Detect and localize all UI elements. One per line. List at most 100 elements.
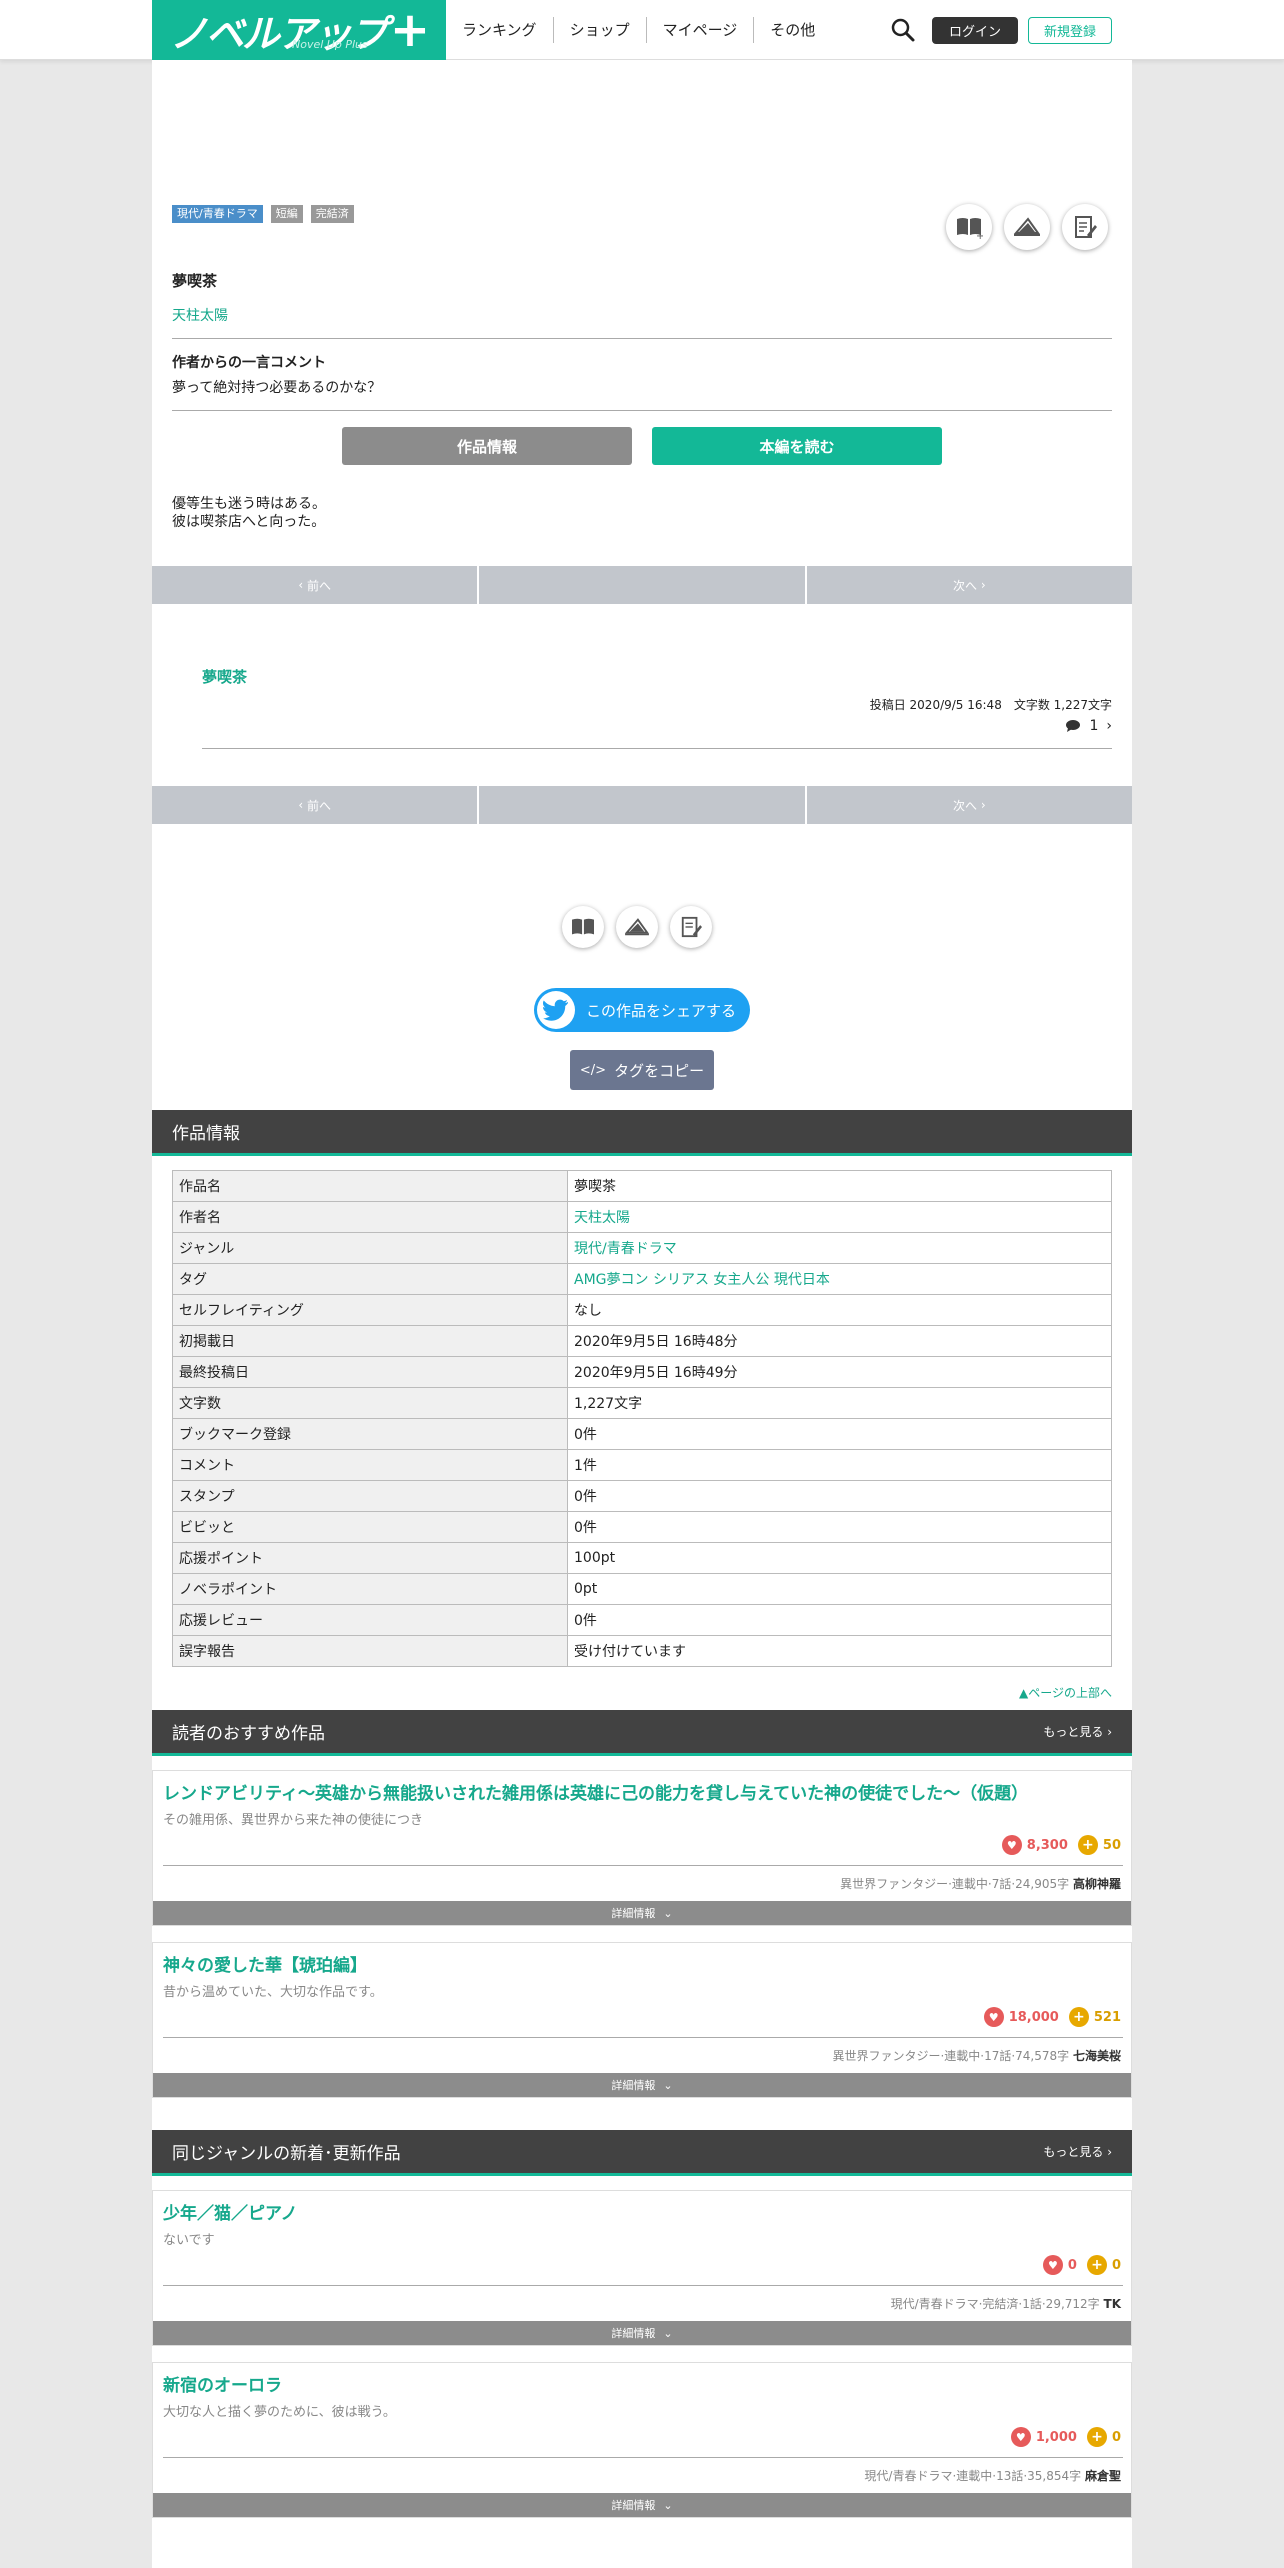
megaphone-icon — [1013, 217, 1040, 236]
work-author-link[interactable]: 天柱太陽 — [172, 305, 228, 325]
nav-ranking[interactable]: ランキング — [446, 17, 554, 43]
info-row: 初掲載日 2020年9月5日 16時48分 — [172, 1325, 1112, 1357]
edit-note-icon — [1075, 216, 1097, 238]
card-author[interactable]: 七海美桜 — [1073, 2049, 1121, 2063]
more-link[interactable]: もっと見る › — [1043, 1723, 1112, 1740]
more-link[interactable]: もっと見る › — [1043, 2143, 1112, 2160]
same-genre-section-header: 同じジャンルの新着･更新作品 もっと見る › — [152, 2130, 1132, 2176]
info-value[interactable]: AMG夢コン シリアス 女主人公 現代日本 — [567, 1263, 1112, 1295]
card-stats: ♥ 18,000 +521 — [983, 2007, 1121, 2027]
site-header: ノベルアップ + Novel Up Plus ランキング ショップ マイページ そ… — [0, 0, 1284, 60]
read-main-button[interactable]: 本編を読む — [652, 427, 942, 465]
info-row: ジャンル 現代/青春ドラマ — [172, 1232, 1112, 1264]
edit-note-icon — [681, 916, 702, 938]
pager-next-button[interactable]: 次へ › — [806, 786, 1132, 824]
work-card[interactable]: レンドアビリティ～英雄から無能扱いされた雑用係は英雄に己の能力を貸し与えていた神… — [152, 1770, 1132, 1926]
info-key: 作品名 — [172, 1170, 568, 1202]
detail-toggle-button[interactable]: 詳細情報 ⌄ — [153, 1901, 1131, 1925]
page-top-link[interactable]: ▲ページの上部へ — [1019, 1684, 1112, 1701]
twitter-share-button[interactable]: この作品をシェアする — [534, 988, 750, 1032]
detail-toggle-button[interactable]: 詳細情報 ⌄ — [153, 2493, 1131, 2517]
login-button[interactable]: ログイン — [932, 17, 1018, 44]
work-card[interactable]: 新宿のオーロラ 大切な人と描く夢のために、彼は戦う。 ♥ 1,000 +0 現代/青春ドラ… — [152, 2362, 1132, 2518]
info-row: ノベラポイント 0pt — [172, 1573, 1112, 1605]
chevron-right-icon: › — [977, 578, 986, 592]
info-row: 文字数 1,227文字 — [172, 1387, 1112, 1419]
divider — [202, 748, 1112, 749]
pager-prev-button[interactable]: ‹ 前へ — [152, 786, 478, 824]
info-key: コメント — [172, 1449, 568, 1481]
info-value: 0件 — [567, 1604, 1112, 1636]
nav-mypage[interactable]: マイページ — [647, 17, 755, 43]
review-button[interactable] — [1062, 204, 1108, 250]
work-card[interactable]: 少年／猫／ピアノ ないです ♥ 0 +0 現代/青春ドラマ·完結済·1話·29,712字 … — [152, 2190, 1132, 2346]
section-title: 読者のおすすめ作品 — [172, 1724, 325, 1744]
detail-toggle-button[interactable]: 詳細情報 ⌄ — [153, 2321, 1131, 2345]
heart-count: ♥ 1,000 — [1010, 2427, 1077, 2447]
chevron-down-icon: ⌄ — [663, 2078, 673, 2092]
nav-shop[interactable]: ショップ — [554, 17, 647, 43]
card-author[interactable]: 高柳神羅 — [1073, 1877, 1121, 1891]
comment-count: 1 — [1089, 718, 1099, 734]
stamp-button[interactable] — [616, 906, 658, 948]
info-row: 応援レビュー 0件 — [172, 1604, 1112, 1636]
work-title: 夢喫茶 — [172, 272, 218, 290]
info-key: 応援レビュー — [172, 1604, 568, 1636]
twitter-share-label: この作品をシェアする — [586, 1001, 737, 1020]
info-value: 1件 — [567, 1449, 1112, 1481]
comment-bubble-icon — [1066, 720, 1081, 732]
info-value: 0件 — [567, 1480, 1112, 1512]
code-icon: </> — [579, 1062, 607, 1078]
genre-tag[interactable]: 現代/青春ドラマ — [172, 205, 263, 223]
episode-meta: 投稿日 2020/9/5 16:48 文字数 1,227文字 — [869, 698, 1112, 712]
info-value: 0pt — [567, 1573, 1112, 1605]
card-author[interactable]: 麻倉聖 — [1085, 2469, 1121, 2483]
pager-prev-button[interactable]: ‹ 前へ — [152, 566, 478, 604]
pager-middle — [479, 786, 805, 824]
nav-other[interactable]: その他 — [754, 17, 831, 43]
info-row: 応援ポイント 100pt — [172, 1542, 1112, 1574]
search-icon[interactable] — [890, 17, 916, 43]
bookmark-button[interactable] — [562, 906, 604, 948]
copy-tag-button[interactable]: </> タグをコピー — [570, 1050, 714, 1090]
register-button[interactable]: 新規登録 — [1028, 17, 1112, 44]
info-value[interactable]: 天柱太陽 — [567, 1201, 1112, 1233]
work-summary: 優等生も迷う時はある。 彼は喫茶店へと向った。 — [172, 495, 326, 531]
stamp-button[interactable] — [1004, 204, 1050, 250]
review-button[interactable] — [670, 906, 712, 948]
book-add-icon — [572, 918, 594, 935]
episode-comment-count[interactable]: 1 › — [1065, 718, 1112, 734]
info-value: 2020年9月5日 16時48分 — [567, 1325, 1112, 1357]
detail-toggle-button[interactable]: 詳細情報 ⌄ — [153, 2073, 1131, 2097]
work-info-button[interactable]: 作品情報 — [342, 427, 632, 465]
info-row: スタンプ 0件 — [172, 1480, 1112, 1512]
episode-title-link[interactable]: 夢喫茶 — [202, 666, 247, 687]
info-row: 最終投稿日 2020年9月5日 16時49分 — [172, 1356, 1112, 1388]
main-content: 現代/青春ドラマ 短編 完結済 + 夢喫茶 天柱太陽 作者からの一言コメント 夢… — [152, 60, 1132, 2568]
divider — [163, 2457, 1123, 2458]
coin-count: +521 — [1068, 2007, 1121, 2027]
heart-icon: ♥ — [1042, 2255, 1063, 2275]
pager-next-button[interactable]: 次へ › — [806, 566, 1132, 604]
info-key: 誤字報告 — [172, 1635, 568, 1667]
recommend-section-header: 読者のおすすめ作品 もっと見る › — [152, 1710, 1132, 1756]
card-stats: ♥ 0 +0 — [1042, 2255, 1121, 2275]
card-title[interactable]: 少年／猫／ピアノ — [163, 2199, 297, 2224]
work-info-table: 作品名 夢喫茶 作者名 天柱太陽 ジャンル 現代/青春ドラマ タグ AMG夢コン シリアス 女… — [172, 1170, 1112, 1667]
heart-icon: ♥ — [983, 2007, 1004, 2027]
card-title[interactable]: 神々の愛した華【琥珀編】 — [163, 1951, 367, 1976]
heart-count: ♥ 8,300 — [1001, 1835, 1068, 1855]
work-card[interactable]: 神々の愛した華【琥珀編】 昔から温めていた、大切な作品です。 ♥ 18,000 +521… — [152, 1942, 1132, 2098]
work-info-section-header: 作品情報 — [152, 1110, 1132, 1156]
info-key: ビビッと — [172, 1511, 568, 1543]
info-value[interactable]: 現代/青春ドラマ — [567, 1232, 1112, 1264]
bookmark-button[interactable]: + — [946, 204, 992, 250]
info-value: 夢喫茶 — [567, 1170, 1112, 1202]
site-logo[interactable]: ノベルアップ + Novel Up Plus — [152, 0, 446, 60]
card-title[interactable]: レンドアビリティ～英雄から無能扱いされた雑用係は英雄に己の能力を貸し与えていた神… — [163, 1779, 1028, 1804]
info-value: 1,227文字 — [567, 1387, 1112, 1419]
card-author[interactable]: TK — [1104, 2297, 1121, 2311]
card-title[interactable]: 新宿のオーロラ — [163, 2371, 282, 2396]
card-meta: 現代/青春ドラマ·完結済·1話·29,712字 TK — [890, 2297, 1121, 2311]
pager-middle — [479, 566, 805, 604]
